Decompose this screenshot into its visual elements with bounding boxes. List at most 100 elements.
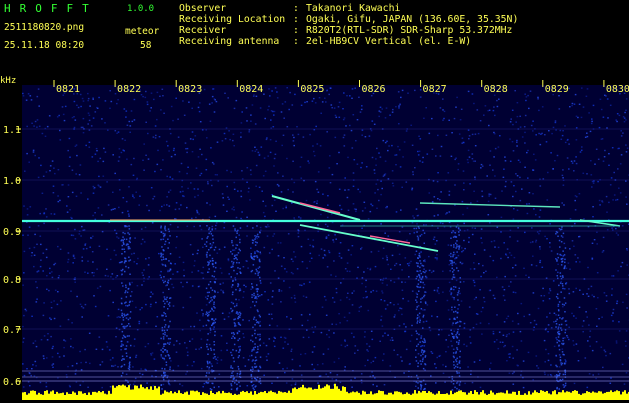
noise-burst xyxy=(240,313,242,315)
noise-speck xyxy=(437,181,439,182)
noise-burst xyxy=(128,319,130,321)
noise-burst xyxy=(557,232,559,234)
noise-speck xyxy=(43,355,45,356)
noise-speck xyxy=(517,116,519,117)
noise-burst xyxy=(164,332,166,334)
noise-speck xyxy=(539,246,541,247)
noise-speck xyxy=(101,387,103,388)
noise-speck xyxy=(175,98,177,99)
noise-speck xyxy=(32,364,34,365)
band-bar xyxy=(360,395,362,400)
noise-speck xyxy=(473,161,475,162)
noise-burst xyxy=(252,359,254,361)
noise-speck xyxy=(522,136,524,137)
noise-speck xyxy=(351,98,353,99)
noise-burst xyxy=(458,290,460,292)
noise-speck xyxy=(470,329,472,330)
noise-speck xyxy=(347,197,349,198)
noise-speck xyxy=(364,331,366,332)
noise-speck xyxy=(36,301,38,302)
noise-speck xyxy=(416,223,418,224)
noise-burst xyxy=(453,252,455,254)
noise-speck xyxy=(201,154,203,155)
band-bar xyxy=(256,394,258,400)
noise-burst xyxy=(564,254,566,256)
noise-burst xyxy=(164,368,166,370)
noise-speck xyxy=(263,175,265,176)
noise-speck xyxy=(224,133,226,134)
noise-burst xyxy=(257,234,259,236)
noise-speck xyxy=(390,280,392,281)
noise-speck xyxy=(223,227,225,228)
noise-burst xyxy=(252,258,254,260)
noise-speck xyxy=(463,170,465,171)
noise-speck xyxy=(230,352,232,353)
noise-speck xyxy=(467,229,469,230)
noise-speck xyxy=(226,350,228,351)
noise-speck xyxy=(433,270,435,271)
noise-speck xyxy=(95,306,97,307)
band-bar xyxy=(400,392,402,400)
noise-speck xyxy=(414,90,416,91)
noise-speck xyxy=(344,369,346,370)
band-bar xyxy=(432,394,434,400)
noise-burst xyxy=(252,286,254,288)
noise-speck xyxy=(216,101,218,102)
band-bar xyxy=(438,391,440,400)
noise-burst xyxy=(416,276,418,278)
noise-speck xyxy=(565,385,567,386)
noise-speck xyxy=(370,204,372,205)
noise-speck xyxy=(384,384,386,385)
noise-speck xyxy=(474,268,476,269)
noise-speck xyxy=(31,252,33,253)
noise-speck xyxy=(242,333,244,334)
noise-speck xyxy=(98,207,100,208)
noise-speck xyxy=(52,346,54,347)
noise-speck xyxy=(577,117,579,118)
noise-speck xyxy=(33,266,35,267)
noise-speck xyxy=(524,167,526,168)
noise-speck xyxy=(515,191,517,192)
noise-burst xyxy=(126,353,128,355)
noise-burst xyxy=(459,375,461,377)
noise-burst xyxy=(236,237,238,239)
noise-speck xyxy=(304,102,306,103)
noise-speck xyxy=(33,150,35,151)
noise-speck xyxy=(301,314,303,315)
noise-burst xyxy=(257,321,259,323)
band-bar xyxy=(68,394,70,400)
noise-speck xyxy=(526,203,528,204)
noise-speck xyxy=(344,177,346,178)
noise-speck xyxy=(592,206,594,207)
noise-burst xyxy=(561,264,563,266)
noise-speck xyxy=(238,299,240,300)
noise-speck xyxy=(223,204,225,205)
noise-speck xyxy=(247,385,249,386)
noise-speck xyxy=(409,363,411,364)
band-bar xyxy=(552,391,554,400)
noise-speck xyxy=(504,156,506,157)
noise-speck xyxy=(451,156,453,157)
noise-speck xyxy=(574,160,576,161)
noise-speck xyxy=(80,106,82,107)
noise-speck xyxy=(75,373,77,374)
noise-speck xyxy=(115,130,117,131)
noise-speck xyxy=(625,196,627,197)
noise-speck xyxy=(38,105,40,106)
noise-speck xyxy=(622,364,624,365)
noise-speck xyxy=(74,282,76,283)
noise-burst xyxy=(456,246,458,248)
noise-speck xyxy=(622,225,624,226)
noise-speck xyxy=(49,273,51,274)
band-bar xyxy=(410,395,412,400)
noise-speck xyxy=(292,369,294,370)
noise-speck xyxy=(510,161,512,162)
noise-burst xyxy=(236,312,238,314)
noise-speck xyxy=(125,116,127,117)
noise-speck xyxy=(187,226,189,227)
noise-speck xyxy=(479,360,481,361)
noise-burst xyxy=(252,366,254,368)
noise-speck xyxy=(264,157,266,158)
noise-speck xyxy=(185,148,187,149)
noise-speck xyxy=(51,213,53,214)
